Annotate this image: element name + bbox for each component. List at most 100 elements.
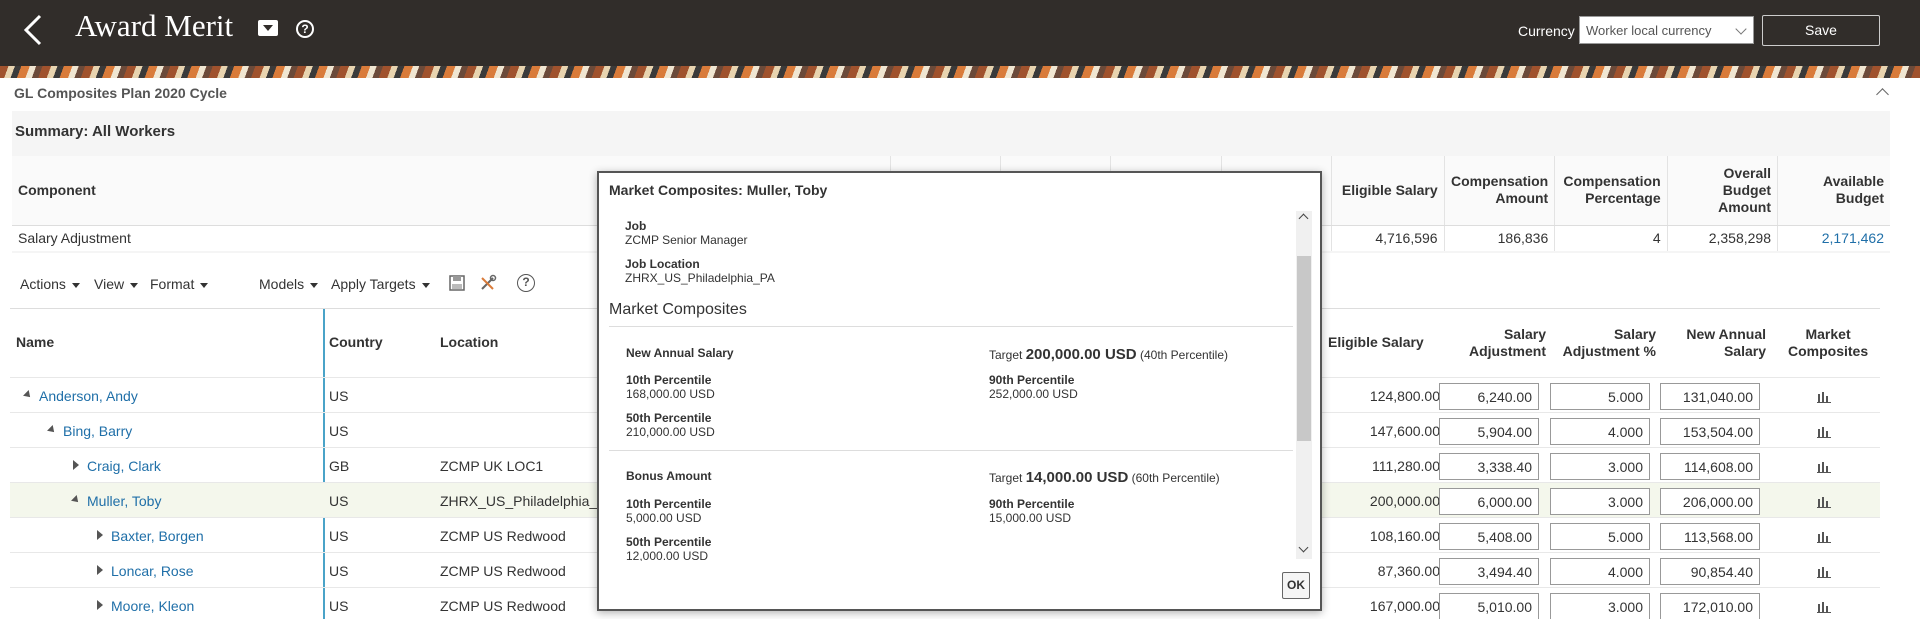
bar-chart-icon[interactable] — [1817, 567, 1831, 578]
col-available-budget: Available Budget — [1777, 156, 1890, 226]
col-location[interactable]: Location — [440, 309, 498, 376]
help-icon[interactable]: ? — [296, 20, 314, 38]
bar-chart-icon[interactable] — [1817, 392, 1831, 403]
bar-chart-icon[interactable] — [1817, 427, 1831, 438]
col-salary-adjustment[interactable]: Salary Adjustment — [1450, 309, 1546, 376]
col-new-annual-salary[interactable]: New Annual Salary — [1670, 309, 1766, 376]
salary-adjustment-pct-input[interactable]: 3.000 — [1550, 453, 1650, 480]
apply-targets-menu[interactable]: Apply Targets — [331, 276, 430, 292]
col-market-composites[interactable]: Market Composites — [1788, 309, 1868, 376]
salary-adjustment-input[interactable]: 6,000.00 — [1439, 488, 1539, 515]
models-label: Models — [259, 276, 305, 292]
worker-location: ZCMP US Redwood — [440, 563, 566, 579]
new-annual-salary-input[interactable]: 172,010.00 — [1660, 593, 1760, 619]
new-annual-salary-input[interactable]: 131,040.00 — [1660, 383, 1760, 410]
new-annual-salary-label: New Annual Salary — [626, 346, 734, 360]
actions-menu[interactable]: Actions — [20, 276, 80, 292]
bar-chart-icon[interactable] — [1817, 462, 1831, 473]
salary-adjustment-input[interactable]: 6,240.00 — [1439, 383, 1539, 410]
salary-adjustment-pct-input[interactable]: 3.000 — [1550, 488, 1650, 515]
save-icon[interactable] — [448, 274, 466, 292]
collapse-row-icon[interactable] — [23, 390, 33, 400]
salary-adjustment-pct-input[interactable]: 4.000 — [1550, 418, 1650, 445]
worker-location: ZCMP UK LOC1 — [440, 458, 544, 474]
worker-name-link[interactable]: Craig, Clark — [87, 458, 161, 474]
salary-adjustment-pct-input[interactable]: 3.000 — [1550, 593, 1650, 619]
models-menu[interactable]: Models — [259, 276, 319, 292]
collapse-icon[interactable] — [1876, 88, 1889, 101]
worker-eligible-salary: 87,360.00 — [1377, 563, 1440, 579]
col-salary-adjustment-pct[interactable]: Salary Adjustment % — [1560, 309, 1656, 376]
format-label: Format — [150, 276, 195, 292]
bar-chart-icon[interactable] — [1817, 497, 1831, 508]
bar-chart-icon[interactable] — [1817, 532, 1831, 543]
bonus-p10-value: 5,000.00 USD — [626, 511, 702, 525]
collapse-row-icon[interactable] — [71, 495, 81, 505]
apply-targets-label: Apply Targets — [331, 276, 416, 292]
col-eligible-salary[interactable]: Eligible Salary — [1328, 309, 1458, 376]
tools-icon[interactable] — [479, 274, 497, 292]
col-comp-pct: Compensation Percentage — [1554, 156, 1668, 226]
new-annual-salary-input[interactable]: 114,608.00 — [1660, 453, 1760, 480]
page-title: Award Merit — [75, 8, 234, 43]
worker-country: US — [329, 388, 349, 404]
summary-overall-budget: 2,358,298 — [1666, 225, 1778, 251]
scroll-down-icon[interactable] — [1298, 542, 1309, 553]
caret-down-icon — [421, 282, 430, 288]
salary-adjustment-pct-input[interactable]: 5.000 — [1550, 383, 1650, 410]
title-dropdown-icon[interactable] — [258, 20, 278, 36]
new-annual-salary-input[interactable]: 153,504.00 — [1660, 418, 1760, 445]
salary-adjustment-input[interactable]: 5,408.00 — [1439, 523, 1539, 550]
currency-select[interactable]: Worker local currency — [1579, 16, 1754, 44]
col-name[interactable]: Name — [16, 309, 54, 376]
worker-country: US — [329, 423, 349, 439]
job-value: ZCMP Senior Manager — [625, 233, 748, 247]
new-annual-salary-input[interactable]: 90,854.40 — [1660, 558, 1760, 585]
worker-name-link[interactable]: Muller, Toby — [87, 493, 161, 509]
salary-adjustment-pct-input[interactable]: 4.000 — [1550, 558, 1650, 585]
worker-name-link[interactable]: Bing, Barry — [63, 423, 132, 439]
salary-adjustment-input[interactable]: 3,338.40 — [1439, 453, 1539, 480]
summary-comp-pct: 4 — [1554, 225, 1668, 251]
bonus-p90-label: 90th Percentile — [989, 497, 1075, 511]
expand-row-icon[interactable] — [97, 565, 103, 575]
worker-eligible-salary: 124,800.00 — [1369, 388, 1440, 404]
view-menu[interactable]: View — [94, 276, 139, 292]
expand-row-icon[interactable] — [73, 460, 79, 470]
worker-country: US — [329, 598, 349, 614]
bonus-target-label: Target — [989, 471, 1023, 485]
summary-available-budget-link[interactable]: 2,171,462 — [1777, 225, 1890, 251]
new-annual-salary-input[interactable]: 113,568.00 — [1660, 523, 1760, 550]
worker-country: US — [329, 528, 349, 544]
bonus-target-percentile: (60th Percentile) — [1131, 471, 1220, 485]
worker-eligible-salary: 167,000.00 — [1369, 598, 1440, 614]
expand-row-icon[interactable] — [97, 530, 103, 540]
salary-target-percentile: (40th Percentile) — [1139, 348, 1229, 362]
col-country[interactable]: Country — [329, 309, 383, 376]
ok-button[interactable]: OK — [1282, 572, 1310, 599]
salary-adjustment-input[interactable]: 5,010.00 — [1439, 593, 1539, 619]
actions-label: Actions — [20, 276, 66, 292]
format-menu[interactable]: Format — [150, 276, 209, 292]
scroll-up-icon[interactable] — [1298, 213, 1309, 224]
col-comp-amount: Compensation Amount — [1443, 156, 1555, 226]
bar-chart-icon[interactable] — [1817, 602, 1831, 613]
salary-adjustment-input[interactable]: 5,904.00 — [1439, 418, 1539, 445]
new-annual-salary-input[interactable]: 206,000.00 — [1660, 488, 1760, 515]
decorative-banner — [0, 66, 1920, 78]
job-location-value: ZHRX_US_Philadelphia_PA — [625, 271, 775, 285]
expand-row-icon[interactable] — [97, 600, 103, 610]
worker-name-link[interactable]: Anderson, Andy — [39, 388, 138, 404]
scroll-thumb[interactable] — [1297, 256, 1311, 441]
worker-name-link[interactable]: Moore, Kleon — [111, 598, 194, 614]
save-button[interactable]: Save — [1762, 15, 1880, 46]
back-arrow-icon[interactable] — [18, 10, 48, 50]
salary-adjustment-pct-input[interactable]: 5.000 — [1550, 523, 1650, 550]
worker-name-link[interactable]: Loncar, Rose — [111, 563, 194, 579]
dialog-scrollbar[interactable] — [1296, 211, 1312, 559]
collapse-row-icon[interactable] — [47, 425, 57, 435]
help-icon[interactable]: ? — [517, 274, 535, 292]
salary-adjustment-input[interactable]: 3,494.40 — [1439, 558, 1539, 585]
worker-name-link[interactable]: Baxter, Borgen — [111, 528, 204, 544]
salary-p10-label: 10th Percentile — [626, 373, 712, 387]
